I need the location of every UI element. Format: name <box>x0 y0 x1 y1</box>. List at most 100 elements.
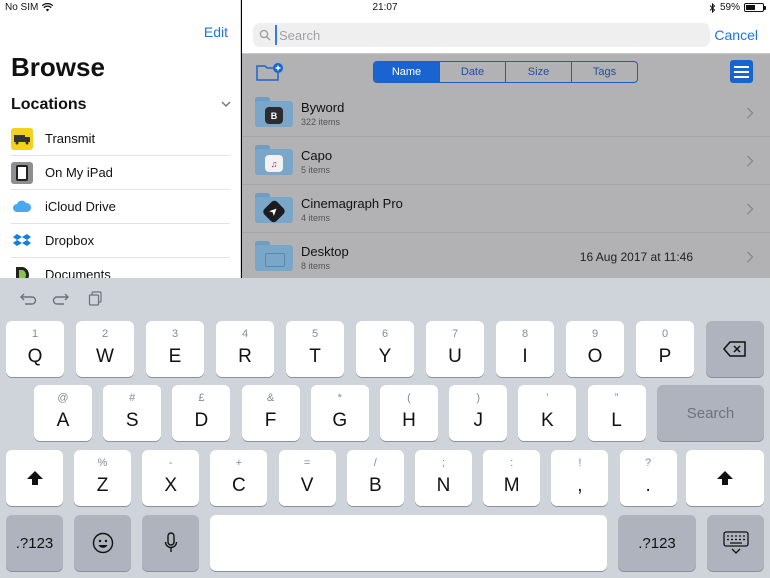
key-label: .?123 <box>15 534 54 552</box>
key-label: Y <box>378 346 392 367</box>
key-label: , <box>577 475 583 496</box>
capo-app-icon: ♫ <box>265 155 283 172</box>
cancel-button[interactable]: Cancel <box>714 27 758 43</box>
key-label: J <box>473 410 483 431</box>
key-v[interactable]: = V <box>278 450 336 506</box>
key-x[interactable]: -X <box>142 450 200 506</box>
key-label: P <box>658 346 672 367</box>
search-input[interactable] <box>275 25 675 45</box>
search-field[interactable] <box>253 23 710 47</box>
redo-icon[interactable] <box>52 291 72 306</box>
key-s[interactable]: # S <box>103 385 162 441</box>
paste-icon[interactable] <box>88 291 104 306</box>
key-label: O <box>587 346 603 367</box>
key-t[interactable]: 5T <box>286 321 344 377</box>
numbers-key-right[interactable]: .?123 <box>618 515 696 571</box>
key-period[interactable]: ?. <box>619 450 677 506</box>
byword-app-icon: B <box>265 107 283 124</box>
sidebar-item-dropbox[interactable]: Dropbox <box>11 224 230 258</box>
shift-key-left[interactable] <box>6 450 63 506</box>
key-a[interactable]: @ A <box>34 385 92 441</box>
key-hint: 2 <box>101 328 109 340</box>
key-label: X <box>164 475 178 496</box>
sort-tab-name[interactable]: Name <box>374 62 440 82</box>
file-row-desktop[interactable]: Desktop 8 items 16 Aug 2017 at 11:46 <box>242 233 770 278</box>
search-key[interactable]: Search <box>657 385 764 441</box>
key-c[interactable]: + C <box>210 450 268 506</box>
key-label: B <box>368 475 382 496</box>
key-comma[interactable]: !, <box>551 450 609 506</box>
status-time: 21:07 <box>372 2 398 13</box>
hide-keyboard-key[interactable] <box>707 515 764 571</box>
file-name: Desktop <box>301 244 349 259</box>
shift-key-right[interactable] <box>686 450 764 506</box>
key-label: N <box>436 475 451 496</box>
key-i[interactable]: 8I <box>496 321 554 377</box>
key-e[interactable]: 3E <box>146 321 204 377</box>
file-row-cinemagraph-pro[interactable]: ➤ Cinemagraph Pro 4 items <box>242 185 770 233</box>
key-b[interactable]: / B <box>346 450 404 506</box>
list-view-icon[interactable] <box>730 60 753 83</box>
sidebar-item-transmit[interactable]: Transmit <box>11 122 230 156</box>
shift-icon <box>26 471 43 485</box>
key-r[interactable]: 4R <box>216 321 274 377</box>
key-n[interactable]: ; N <box>415 450 472 506</box>
key-o[interactable]: 9O <box>566 321 624 377</box>
key-label: A <box>56 410 70 431</box>
key-m[interactable]: :M <box>483 450 541 506</box>
key-hint: 9 <box>591 328 599 340</box>
key-hint: 5 <box>311 328 319 340</box>
emoji-key[interactable] <box>74 515 131 571</box>
key-hint: % <box>97 457 108 469</box>
sidebar-item-label: Transmit <box>45 131 96 146</box>
sidebar-item-documents[interactable]: Documents <box>11 258 230 278</box>
bluetooth-icon <box>709 2 716 13</box>
locations-list: Transmit On My iPad iCloud Drive Dropbox… <box>11 122 230 278</box>
undo-icon[interactable] <box>17 291 37 306</box>
file-item-count: 8 items <box>301 261 331 271</box>
key-f[interactable]: & F <box>241 385 300 441</box>
key-hint: & <box>266 392 275 404</box>
sidebar-item-on-my-ipad[interactable]: On My iPad <box>11 156 230 190</box>
sort-tab-size[interactable]: Size <box>506 62 572 82</box>
key-d[interactable]: £ D <box>172 385 231 441</box>
key-z[interactable]: % Z <box>74 450 131 506</box>
key-y[interactable]: 6Y <box>356 321 414 377</box>
files-toolbar: Name Date Size Tags <box>242 55 770 89</box>
key-p[interactable]: 0P <box>636 321 694 377</box>
sort-segmented-control: Name Date Size Tags <box>373 61 638 83</box>
key-hint: = <box>303 457 311 469</box>
locations-header[interactable]: Locations <box>11 96 232 116</box>
key-hint: ; <box>441 457 446 469</box>
chevron-down-icon <box>221 101 231 108</box>
icloud-icon <box>11 196 33 218</box>
key-l[interactable]: ” L <box>587 385 646 441</box>
key-u[interactable]: 7U <box>426 321 484 377</box>
key-k[interactable]: ’ K <box>518 385 577 441</box>
dictation-key[interactable] <box>142 515 199 571</box>
space-key[interactable] <box>210 515 607 571</box>
sort-tab-tags[interactable]: Tags <box>572 62 637 82</box>
key-h[interactable]: (H <box>380 385 438 441</box>
onscreen-keyboard: 1 Q 2 W 3 E 4 R 5 T 6 Y 7 U 8 I 9 O 0 P @ A # S £ D & F * G(H) J’ K” L Se… <box>0 278 770 578</box>
delete-icon <box>723 341 746 357</box>
new-folder-icon[interactable] <box>256 62 284 82</box>
sort-tab-date[interactable]: Date <box>440 62 506 82</box>
key-label: U <box>448 346 462 367</box>
file-row-byword[interactable]: B Byword 322 items <box>242 89 770 137</box>
file-row-capo[interactable]: ♫ Capo 5 items <box>242 137 770 185</box>
delete-key[interactable] <box>706 321 764 377</box>
key-j[interactable]: ) J <box>449 385 508 441</box>
numbers-key-left[interactable]: .?123 <box>6 515 63 571</box>
key-hint: @ <box>57 392 69 404</box>
sidebar-item-label: iCloud Drive <box>45 199 116 214</box>
edit-button[interactable]: Edit <box>204 24 228 40</box>
key-label: W <box>96 346 114 367</box>
key-g[interactable]: * G <box>310 385 369 441</box>
sidebar-item-icloud-drive[interactable]: iCloud Drive <box>11 190 230 224</box>
key-w[interactable]: 2W <box>76 321 134 377</box>
file-item-count: 4 items <box>301 213 331 223</box>
key-label: F <box>264 410 277 431</box>
key-label: L <box>611 410 622 431</box>
key-q[interactable]: 1Q <box>6 321 64 377</box>
